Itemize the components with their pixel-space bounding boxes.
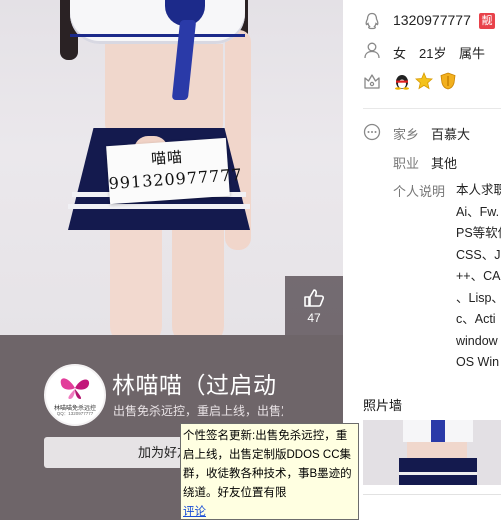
comment-link[interactable]: 评论 — [183, 506, 206, 518]
nickname: 林喵喵（过启动 — [112, 372, 277, 398]
star-level-icon[interactable] — [415, 72, 433, 90]
hometown-value: 百慕大 — [431, 127, 471, 142]
age: 21岁 — [419, 46, 447, 61]
bottom-divider — [363, 494, 501, 495]
pretty-number-badge: 靓 — [479, 13, 495, 29]
description-line: window — [456, 333, 498, 348]
signature-preview[interactable]: 出售免杀远控，重启上线，出售定制版 — [113, 402, 283, 419]
zodiac: 属牛 — [459, 46, 486, 61]
butterfly-logo-icon — [60, 378, 90, 399]
vip-shield-icon[interactable] — [439, 72, 457, 90]
description-text: 本人求职 Ai、Fw. PS等软件 CSS、JS ++、CA 、Lisp、 c、Acti wi… — [456, 180, 501, 374]
description-line: ++、CA — [456, 269, 501, 283]
photo-wall-title: 照片墙 — [363, 398, 403, 413]
photo-leg-left — [110, 226, 162, 335]
photo-leg-right — [172, 226, 224, 335]
description-line: CSS、JS — [456, 247, 501, 262]
hometown-label: 家乡 — [393, 127, 420, 142]
more-circle-icon — [363, 123, 381, 141]
profile-details: 1320977777 靓 女 21岁 属牛 家乡 百慕大 职业 其他 个人说明 … — [343, 0, 501, 520]
description-label: 个人说明 — [393, 184, 446, 199]
signature-tooltip: 个性签名更新:出售免杀远控，重启上线，出售定制版DDOS CC集群，收徒教各种技… — [180, 423, 359, 520]
like-count: 47 — [307, 311, 321, 325]
photo-shirt-stripe — [70, 34, 245, 37]
avatar-logo-qq: QQ：1320977777 — [56, 411, 94, 416]
description-line: 、Lisp、 — [456, 290, 501, 305]
wall-photo-stripe — [399, 472, 477, 475]
tooltip-text: 个性签名更新:出售免杀远控，重启上线，出售定制版DDOS CC集群，收徒教各种技… — [183, 430, 352, 499]
job-value: 其他 — [431, 156, 458, 171]
crown-level-icon — [364, 74, 380, 89]
photo-skirt-stripe — [68, 204, 250, 209]
photo-shirt — [70, 0, 245, 44]
qq-penguin-icon — [365, 12, 379, 30]
section-divider — [363, 108, 501, 109]
qq-number: 1320977777 — [393, 12, 471, 28]
photo-wall-thumbnail[interactable] — [363, 420, 501, 485]
description-line: c、Acti — [456, 312, 496, 326]
like-button[interactable]: 47 — [285, 276, 343, 335]
thumbs-up-icon — [304, 289, 324, 307]
job-label: 职业 — [393, 156, 420, 171]
qq-member-icon[interactable] — [393, 72, 411, 90]
description-line: PS等软件 — [456, 226, 501, 240]
description-line: 本人求职 — [456, 183, 501, 197]
avatar[interactable]: 林喵喵免杀远控 QQ：1320977777 — [44, 364, 106, 426]
gender: 女 — [393, 46, 407, 61]
description-line: Ai、Fw. — [456, 204, 500, 219]
person-icon — [364, 42, 380, 59]
photo-sign-paper: 喵喵 991320977777 — [106, 137, 243, 205]
photo-torso — [105, 44, 223, 134]
description-line: OS Win — [456, 355, 500, 369]
